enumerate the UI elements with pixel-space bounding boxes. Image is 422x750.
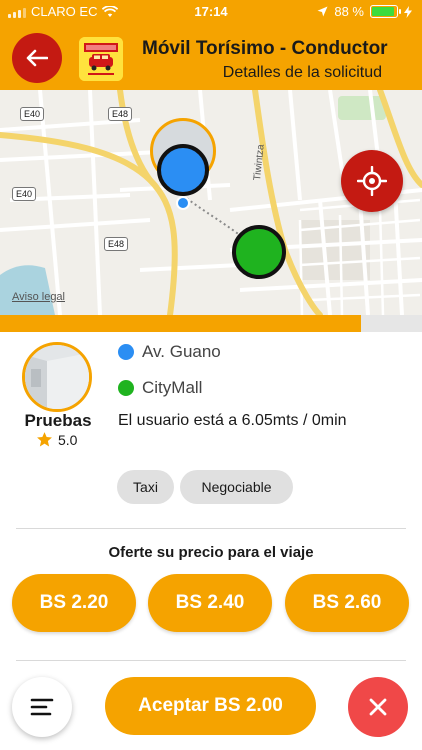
- distance-info: El usuario está a 6.05mts / 0min: [118, 412, 347, 429]
- road-label-e40: E40: [20, 107, 45, 121]
- app-bar: Móvil Torísimo - Conductor Detalles de l…: [0, 24, 422, 90]
- rider-name: Pruebas: [24, 411, 92, 430]
- road-label-e40-2: E40: [12, 187, 37, 201]
- destination-marker: [232, 225, 286, 279]
- back-arrow-icon: [26, 49, 48, 67]
- location-arrow-icon: [317, 6, 328, 17]
- menu-icon: [30, 698, 54, 716]
- back-button[interactable]: [12, 33, 62, 83]
- destination-address-text: CityMall: [142, 378, 203, 397]
- cancel-button[interactable]: [348, 677, 408, 737]
- rider-avatar: [22, 342, 92, 412]
- destination-address: CityMall: [118, 378, 202, 398]
- progress-fill: [0, 315, 361, 332]
- price-option-3[interactable]: BS 2.60: [285, 574, 409, 632]
- menu-button[interactable]: [12, 677, 72, 737]
- accept-button[interactable]: Aceptar BS 2.00: [105, 677, 316, 735]
- app-title: Móvil Torísimo - Conductor: [142, 38, 388, 59]
- star-icon: [37, 432, 52, 447]
- origin-address: Av. Guano: [118, 342, 221, 362]
- status-right: 88 %: [317, 4, 412, 19]
- rating-value: 5.0: [58, 431, 78, 448]
- close-icon: [369, 698, 387, 716]
- price-option-2[interactable]: BS 2.40: [148, 574, 272, 632]
- tag-negotiable: Negociable: [180, 470, 293, 504]
- road-label-e48: E48: [108, 107, 133, 121]
- origin-dot-icon: [118, 344, 134, 360]
- request-timer-progress: [0, 315, 422, 332]
- origin-address-text: Av. Guano: [142, 342, 221, 361]
- app-logo-icon: [79, 37, 123, 81]
- divider: [16, 528, 406, 529]
- locate-crosshair-icon: [357, 166, 387, 196]
- destination-dot-icon: [118, 380, 134, 396]
- battery-percent: 88 %: [334, 4, 364, 19]
- charging-bolt-icon: [404, 5, 412, 18]
- map-legal-link[interactable]: Aviso legal: [12, 291, 65, 303]
- current-location-dot: [176, 196, 190, 210]
- tag-service-type: Taxi: [117, 470, 174, 504]
- offer-title: Oferte su precio para el viaje: [108, 544, 314, 561]
- rider-rating: 5.0: [36, 431, 77, 448]
- origin-marker: [157, 144, 209, 196]
- price-option-1[interactable]: BS 2.20: [12, 574, 136, 632]
- status-bar: CLARO EC 17:14 88 %: [0, 0, 422, 24]
- divider-bottom: [16, 660, 406, 661]
- screen-subtitle: Detalles de la solicitud: [222, 64, 382, 81]
- battery-icon: [370, 5, 401, 18]
- road-label-e48-2: E48: [104, 237, 129, 251]
- locate-button[interactable]: [341, 150, 403, 212]
